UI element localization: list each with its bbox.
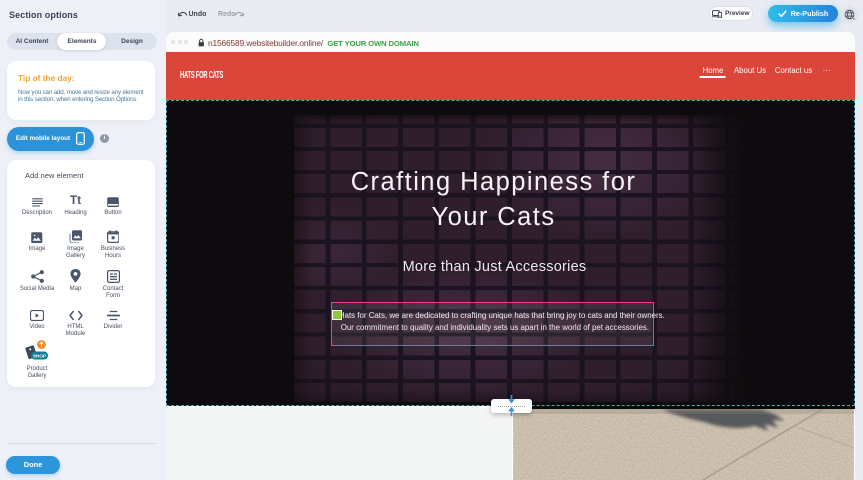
svg-text:SHOP: SHOP	[33, 353, 46, 358]
